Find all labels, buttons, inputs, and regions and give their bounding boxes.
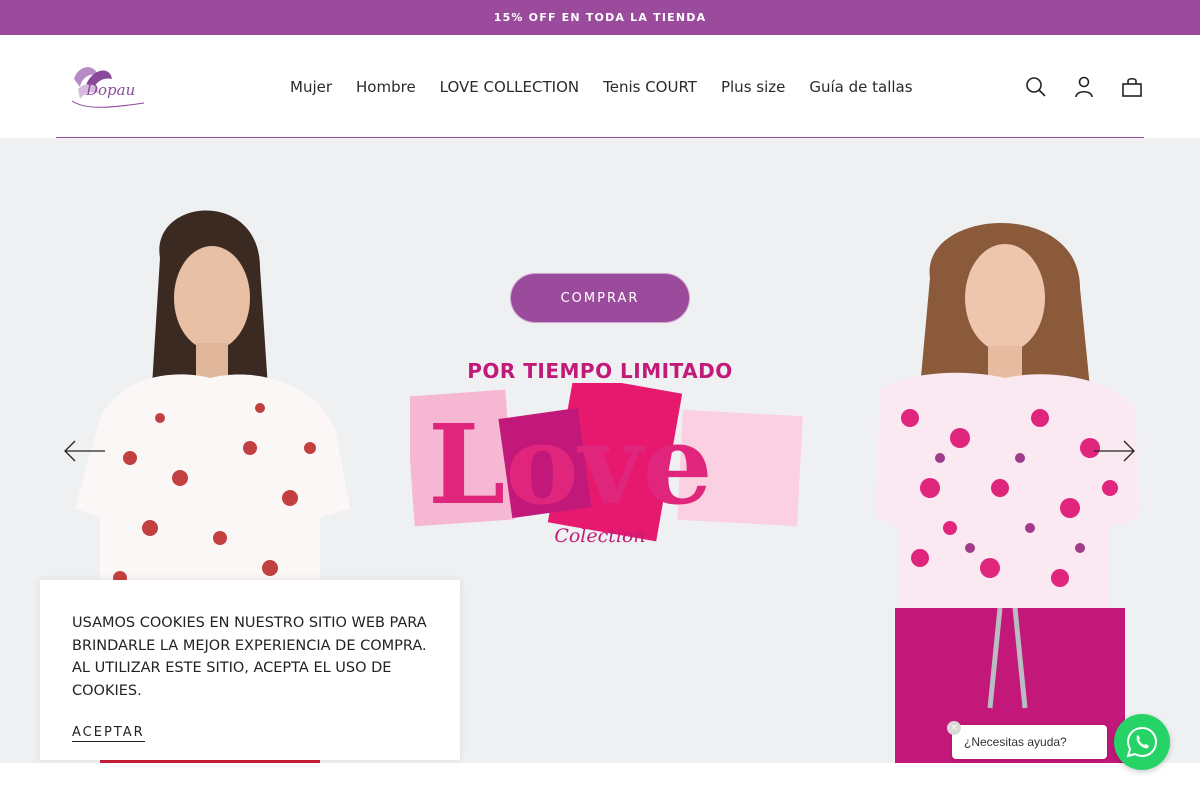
main-nav: Mujer Hombre LOVE COLLECTION Tenis COURT… bbox=[290, 35, 913, 138]
cookie-banner: USAMOS COOKIES EN NUESTRO SITIO WEB PARA… bbox=[40, 580, 460, 760]
love-word: Love bbox=[428, 400, 713, 529]
logo[interactable]: Dopau bbox=[64, 59, 148, 113]
account-icon[interactable] bbox=[1072, 75, 1096, 99]
model-right-image bbox=[875, 223, 1140, 763]
nav-item-tenis-court[interactable]: Tenis COURT bbox=[603, 78, 697, 96]
shop-now-button[interactable]: COMPRAR bbox=[510, 273, 690, 323]
hero-title-group: POR TIEMPO LIMITADO Love Colection bbox=[410, 353, 810, 563]
nav-item-plus-size[interactable]: Plus size bbox=[721, 78, 785, 96]
slider-prev-arrow-icon[interactable] bbox=[63, 439, 107, 463]
nav-item-mujer[interactable]: Mujer bbox=[290, 78, 332, 96]
announcement-bar: 15% OFF EN TODA LA TIENDA bbox=[0, 0, 1200, 35]
header-icons bbox=[1024, 35, 1144, 138]
chat-close-icon[interactable]: × bbox=[947, 721, 961, 735]
collection-word: Colection bbox=[554, 525, 646, 547]
cookie-message: USAMOS COOKIES EN NUESTRO SITIO WEB PARA… bbox=[72, 615, 427, 699]
nav-item-hombre[interactable]: Hombre bbox=[356, 78, 416, 96]
whatsapp-button[interactable] bbox=[1114, 714, 1170, 770]
logo-text: Dopau bbox=[86, 81, 136, 99]
whatsapp-icon bbox=[1126, 726, 1158, 758]
slider-next-arrow-icon[interactable] bbox=[1092, 439, 1136, 463]
chat-help-bubble[interactable]: ¿Necesitas ayuda? bbox=[952, 725, 1107, 759]
site-header: Dopau Mujer Hombre LOVE COLLECTION Tenis… bbox=[0, 35, 1200, 138]
announcement-text: 15% OFF EN TODA LA TIENDA bbox=[493, 11, 707, 24]
hero-kicker: POR TIEMPO LIMITADO bbox=[467, 359, 733, 383]
cookie-accept-button[interactable]: ACEPTAR bbox=[72, 725, 145, 742]
search-icon[interactable] bbox=[1024, 75, 1048, 99]
cart-icon[interactable] bbox=[1120, 75, 1144, 99]
chat-help-text: ¿Necesitas ayuda? bbox=[964, 735, 1067, 749]
nav-item-guia-de-tallas[interactable]: Guía de tallas bbox=[809, 78, 912, 96]
nav-item-love-collection[interactable]: LOVE COLLECTION bbox=[440, 78, 579, 96]
